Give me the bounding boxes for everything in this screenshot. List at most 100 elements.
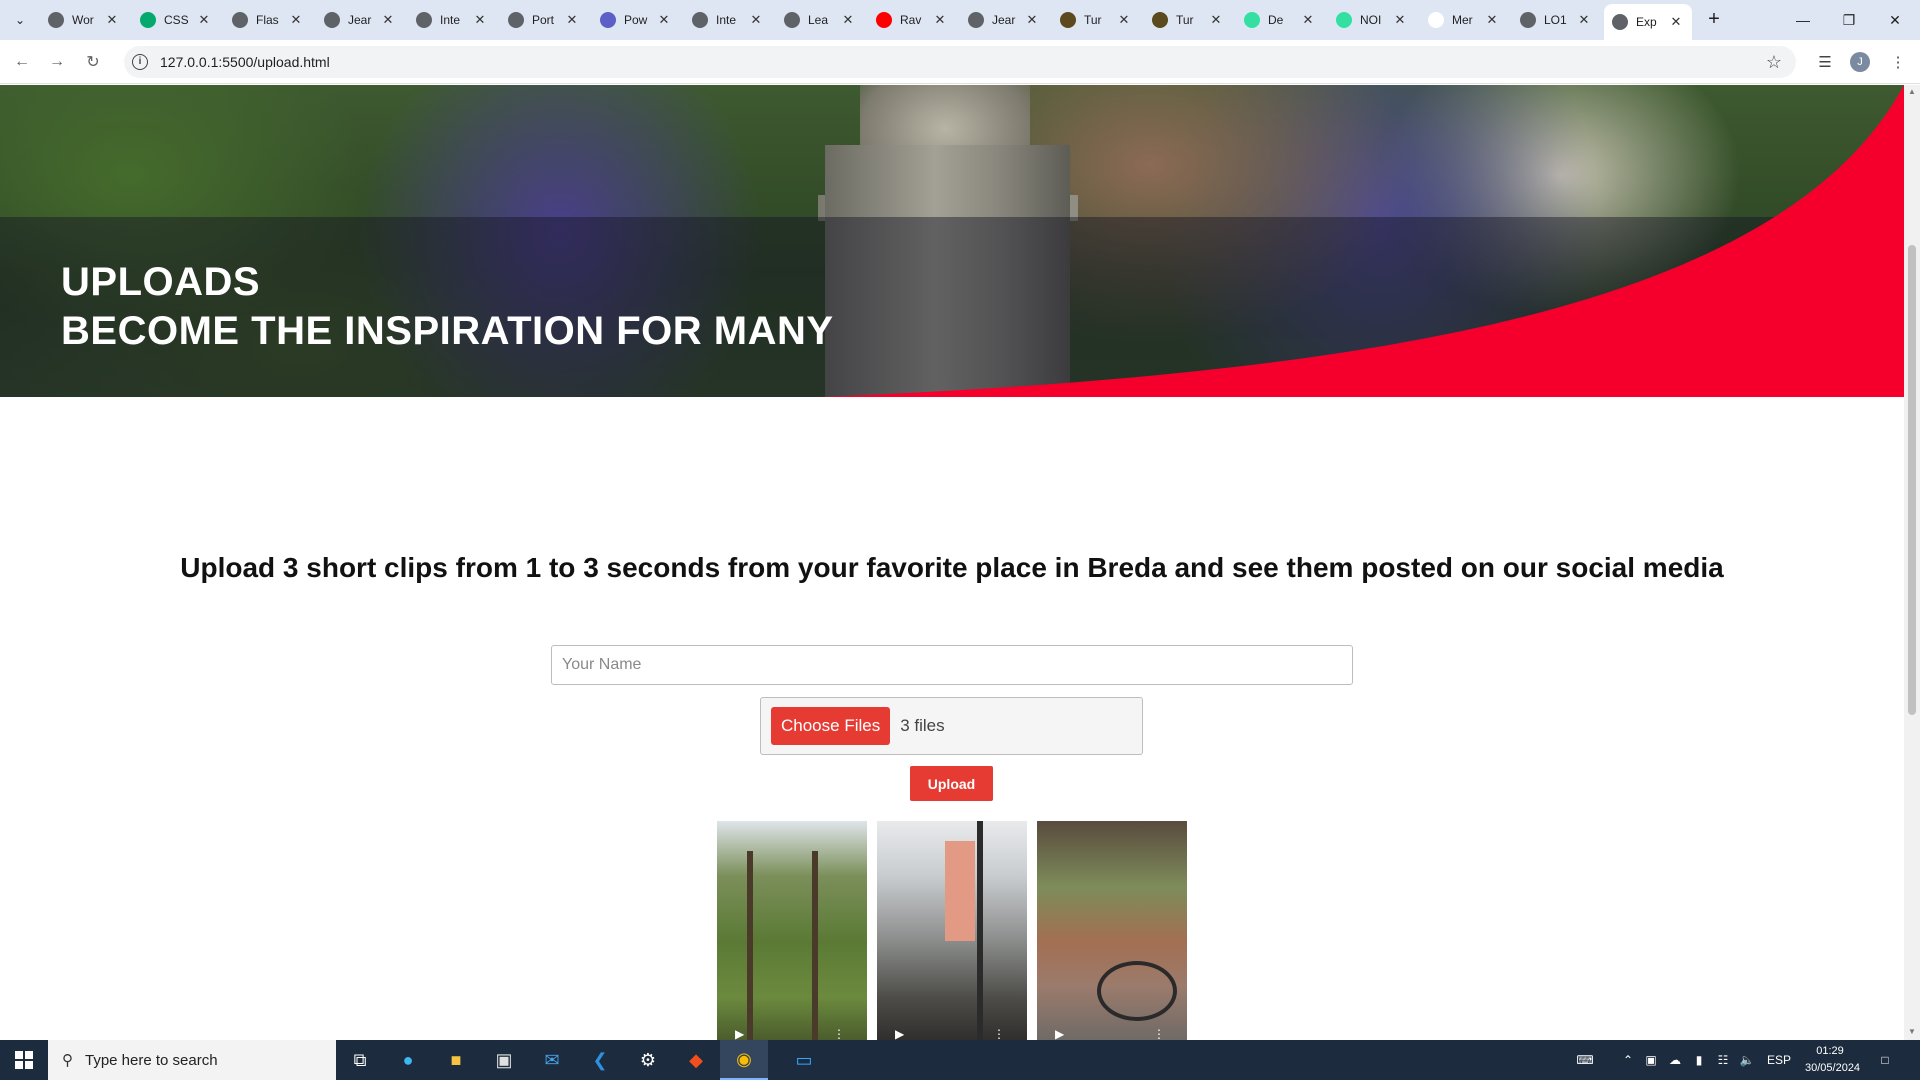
tab-close-icon[interactable]: ✕ [564,12,580,28]
files-status: 3 files [900,716,945,735]
chrome-icon[interactable]: ◉ [720,1040,768,1080]
file-explorer-icon[interactable]: ■ [432,1040,480,1080]
task-view-icon[interactable]: ⧉ [336,1040,384,1080]
play-icon[interactable]: ▶ [735,1027,744,1040]
address-bar[interactable]: i 127.0.0.1:5500/upload.html ☆ [124,46,1796,78]
browser-tab[interactable]: Tur ✕ [1052,6,1140,34]
figma-icon[interactable]: ◆ [672,1040,720,1080]
street-banner [945,841,975,941]
tab-close-icon[interactable]: ✕ [656,12,672,28]
browser-tab[interactable]: Pow ✕ [592,6,680,34]
minimize-button[interactable]: — [1780,6,1826,34]
browser-tab[interactable]: De ✕ [1236,6,1324,34]
youtube-icon [876,12,892,28]
choose-files-button[interactable]: Choose Files [771,707,891,745]
taskbar-search-box[interactable]: ⚲ Type here to search [48,1040,336,1080]
tab-close-icon[interactable]: ✕ [196,12,212,28]
browser-tab[interactable]: Mer ✕ [1420,6,1508,34]
play-icon[interactable]: ▶ [1055,1027,1064,1040]
tab-close-icon[interactable]: ✕ [1392,12,1408,28]
tab-close-icon[interactable]: ✕ [1484,12,1500,28]
close-window-button[interactable]: ✕ [1872,6,1918,34]
vscode-icon[interactable]: ❮ [576,1040,624,1080]
more-vertical-icon[interactable]: ⋮ [1153,1027,1165,1040]
media-controls-icon[interactable]: ☰ [1813,50,1837,74]
more-vertical-icon[interactable]: ⋮ [993,1027,1005,1040]
tab-search-chevron-icon[interactable]: ⌄ [8,8,32,32]
browser-menu-icon[interactable]: ⋮ [1886,50,1910,74]
tab-close-icon[interactable]: ✕ [104,12,120,28]
photoshop-icon[interactable]: ▭ [780,1040,828,1080]
windows-start-icon[interactable] [0,1040,48,1080]
tab-close-icon[interactable]: ✕ [932,12,948,28]
scrollbar-thumb[interactable] [1908,245,1916,715]
tab-close-icon[interactable]: ✕ [1024,12,1040,28]
tab-close-icon[interactable]: ✕ [840,12,856,28]
tab-close-icon[interactable]: ✕ [1300,12,1316,28]
more-vertical-icon[interactable]: ⋮ [833,1027,845,1040]
browser-tab-label: Inte [440,13,461,27]
browser-tab[interactable]: NOI ✕ [1328,6,1416,34]
new-tab-button[interactable]: + [1702,8,1726,32]
tab-close-icon[interactable]: ✕ [1116,12,1132,28]
name-input[interactable] [551,645,1353,685]
site-info-icon[interactable]: i [132,54,148,70]
tab-close-icon[interactable]: ✕ [380,12,396,28]
restore-button[interactable]: ❐ [1826,6,1872,34]
courtyard-clip[interactable]: ▶ ⋮ [1037,821,1187,1040]
tab-close-icon[interactable]: ✕ [1576,12,1592,28]
scroll-down-icon[interactable]: ▼ [1907,1027,1917,1036]
reload-icon[interactable]: ↻ [81,50,105,74]
tab-close-icon[interactable]: ✕ [748,12,764,28]
back-icon[interactable]: ← [10,50,34,74]
browser-toolbar: ← → ↻ i 127.0.0.1:5500/upload.html ☆ ☰ ⋮ [0,40,1920,84]
tab-close-icon[interactable]: ✕ [288,12,304,28]
mail-icon[interactable]: ✉ [528,1040,576,1080]
edge-icon[interactable]: ● [384,1040,432,1080]
tab-close-icon[interactable]: ✕ [472,12,488,28]
bookmark-star-icon[interactable]: ☆ [1766,52,1782,73]
browser-tab[interactable]: Tur ✕ [1144,6,1232,34]
browser-tab[interactable]: Port ✕ [500,6,588,34]
keyboard-icon[interactable]: ⌨ [1570,1040,1600,1080]
input-language[interactable]: ESP [1762,1040,1796,1080]
settings-gear-icon[interactable]: ⚙ [624,1040,672,1080]
tray-chevron-up-icon[interactable]: ⌃ [1618,1040,1638,1080]
browser-tab[interactable]: Jear ✕ [316,6,404,34]
browser-tab[interactable]: CSS ✕ [132,6,220,34]
scroll-up-icon[interactable]: ▲ [1907,87,1917,96]
url-text[interactable]: 127.0.0.1:5500/upload.html [160,54,330,70]
taskbar-clock[interactable]: 01:29 30/05/2024 [1805,1043,1860,1077]
browser-tab[interactable]: Exp ✕ [1604,4,1692,40]
wifi-icon[interactable]: ☷ [1712,1040,1734,1080]
tab-close-icon[interactable]: ✕ [1208,12,1224,28]
onedrive-icon[interactable]: ☁ [1664,1040,1686,1080]
volume-muted-icon[interactable]: 🔈 [1736,1040,1758,1080]
browser-tab[interactable]: Jear ✕ [960,6,1048,34]
upload-button[interactable]: Upload [910,766,993,801]
microsoft-store-icon[interactable]: ▣ [480,1040,528,1080]
street-clip[interactable]: ▶ ⋮ [877,821,1027,1040]
browser-tab[interactable]: Rav ✕ [868,6,956,34]
battery-icon[interactable]: ▮ [1688,1040,1710,1080]
browser-tab[interactable]: Lea ✕ [776,6,864,34]
w3schools-icon [140,12,156,28]
tab-close-icon[interactable]: ✕ [1668,14,1684,30]
page-scrollbar[interactable]: ▲ ▼ [1904,85,1920,1040]
teams-icon [600,12,616,28]
bicycle-wheel [1097,961,1177,1021]
browser-tab[interactable]: Wor ✕ [40,6,128,34]
play-icon[interactable]: ▶ [895,1027,904,1040]
browser-tab[interactable]: Flas ✕ [224,6,312,34]
taskbar-search-placeholder[interactable]: Type here to search [85,1052,218,1069]
park-clip[interactable]: ▶ ⋮ [717,821,867,1040]
file-input[interactable]: Choose Files 3 files [760,697,1143,755]
profile-avatar[interactable]: J [1850,52,1870,72]
browser-tab[interactable]: Inte ✕ [408,6,496,34]
meet-now-icon[interactable]: ▣ [1640,1040,1662,1080]
browser-tab[interactable]: Inte ✕ [684,6,772,34]
browser-tab[interactable]: LO1 ✕ [1512,6,1600,34]
notifications-icon[interactable]: □ [1870,1040,1900,1080]
hero-title-line2: BECOME THE INSPIRATION FOR MANY [61,309,834,353]
forward-icon[interactable]: → [45,50,69,74]
